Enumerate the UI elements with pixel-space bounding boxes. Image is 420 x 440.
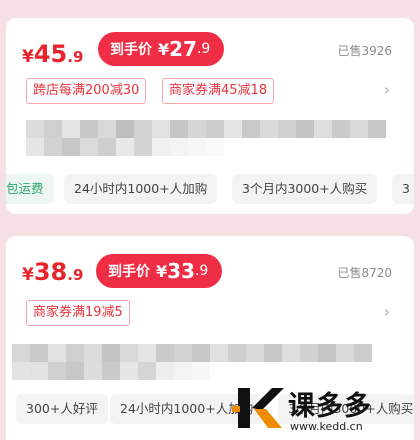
product-card-1[interactable]: ¥45.9 到手价 ¥27.9 已售3926 跨店每满200减30 商家券满45… <box>6 18 414 214</box>
sold-count: 已售3926 <box>337 44 392 58</box>
original-price: ¥38.9 <box>22 258 84 286</box>
blurred-product-title <box>26 120 386 156</box>
watermark-url: www.kedd.cn <box>290 420 363 433</box>
final-price-badge: 到手价 ¥27.9 <box>98 32 225 66</box>
blurred-product-title <box>12 344 388 380</box>
coupon-tag[interactable]: 商家券满19减5 <box>26 300 130 326</box>
tag-reviews: 300+人好评 <box>16 394 108 424</box>
original-price: ¥45.9 <box>22 40 84 68</box>
tag-more: 3 <box>392 174 414 204</box>
kedd-watermark: 课多多 www.kedd.cn <box>232 382 418 438</box>
coupon-tag[interactable]: 跨店每满200减30 <box>26 78 147 104</box>
tag-free-shipping: 包运费 <box>6 174 54 204</box>
final-price-badge: 到手价 ¥33.9 <box>96 254 223 288</box>
watermark-brand: 课多多 <box>288 391 372 422</box>
tag-purchases: 3个月内3000+人购买 <box>232 174 378 204</box>
chevron-right-icon[interactable]: › <box>384 80 390 99</box>
tag-add-to-cart: 24小时内1000+人加购 <box>64 174 218 204</box>
feature-tags: 包运费 24小时内1000+人加购 3个月内3000+人购买 3 <box>6 174 414 204</box>
kedd-logo-icon <box>232 388 284 428</box>
sold-count: 已售8720 <box>337 266 392 280</box>
coupon-tag[interactable]: 商家券满45减18 <box>162 78 275 104</box>
chevron-right-icon[interactable]: › <box>384 302 390 321</box>
